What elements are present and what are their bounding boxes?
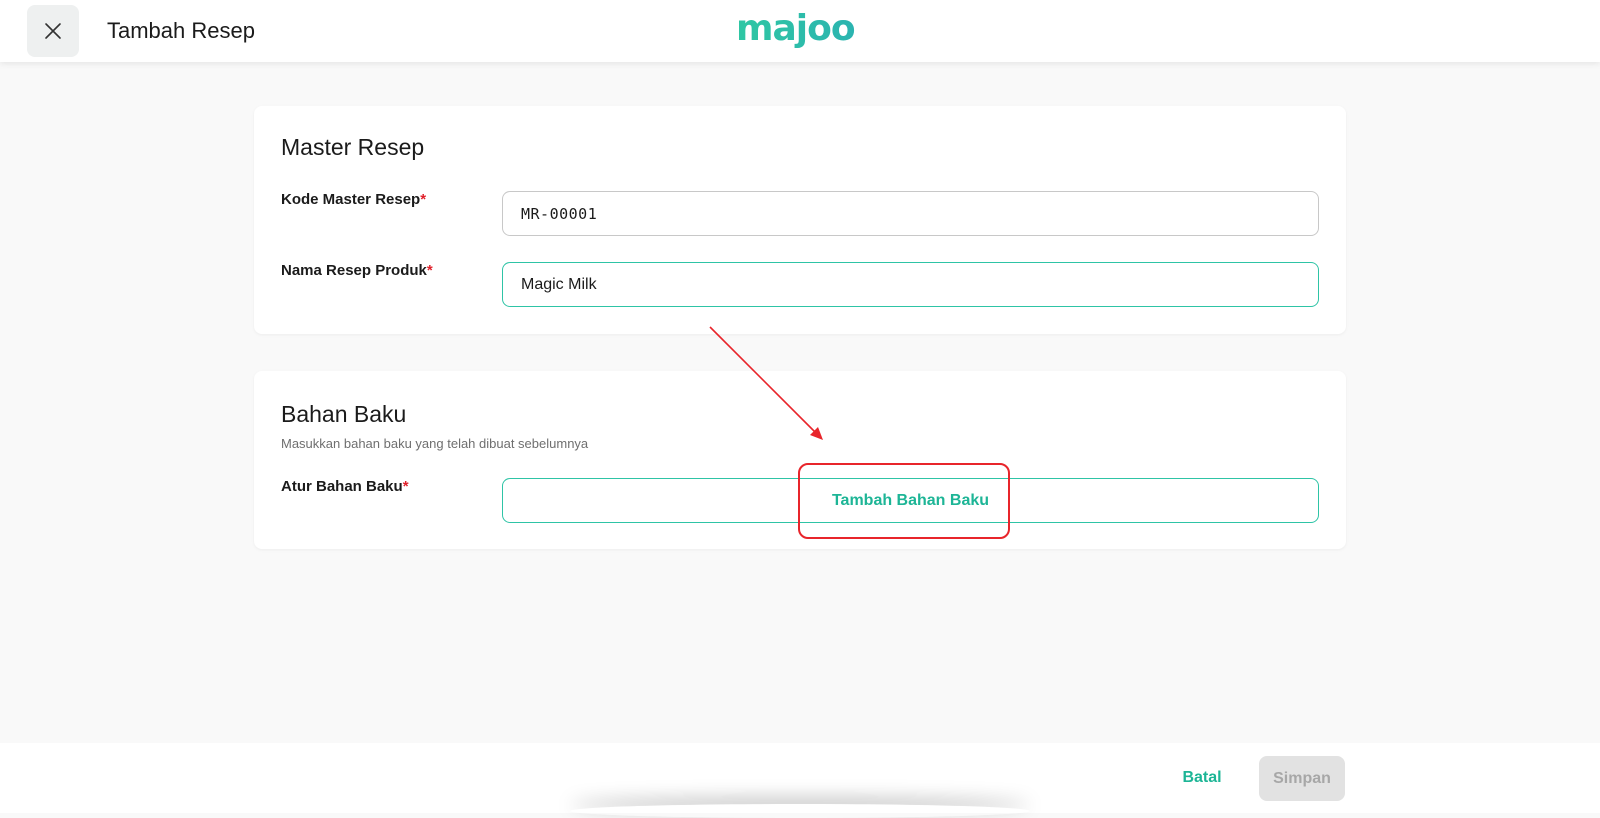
close-icon <box>45 23 61 39</box>
nama-resep-produk-label: Nama Resep Produk* <box>281 262 433 279</box>
bahan-baku-title: Bahan Baku <box>281 401 407 427</box>
required-mark: * <box>402 478 409 495</box>
bahan-baku-subtitle: Masukkan bahan baku yang telah dibuat se… <box>281 436 589 451</box>
nama-label-text: Nama Resep Produk <box>281 262 427 279</box>
kode-label-text: Kode Master Resep <box>281 191 421 208</box>
footer-shadow <box>570 804 1030 818</box>
close-button[interactable] <box>27 5 79 57</box>
tambah-bahan-baku-button[interactable]: Tambah Bahan Baku <box>502 478 1319 523</box>
required-mark: * <box>420 191 427 208</box>
required-mark: * <box>426 262 433 279</box>
kode-master-resep-input[interactable] <box>502 191 1319 236</box>
master-resep-title: Master Resep <box>281 134 425 160</box>
footer-bar <box>0 743 1600 813</box>
page-title: Tambah Resep <box>107 18 255 43</box>
master-resep-card: Master Resep Kode Master Resep* Nama Res… <box>254 106 1346 334</box>
cancel-button[interactable]: Batal <box>1170 756 1234 800</box>
nama-resep-produk-input[interactable] <box>502 262 1319 307</box>
top-bar: Tambah Resep majoo <box>0 0 1600 62</box>
bahan-baku-card: Bahan Baku Masukkan bahan baku yang tela… <box>254 371 1346 549</box>
majoo-logo: majoo <box>736 10 856 49</box>
atur-label-text: Atur Bahan Baku <box>281 478 403 495</box>
logo-text: majoo <box>736 10 855 49</box>
save-button: Simpan <box>1259 756 1345 801</box>
kode-master-resep-label: Kode Master Resep* <box>281 191 426 208</box>
atur-bahan-baku-label: Atur Bahan Baku* <box>281 478 409 495</box>
